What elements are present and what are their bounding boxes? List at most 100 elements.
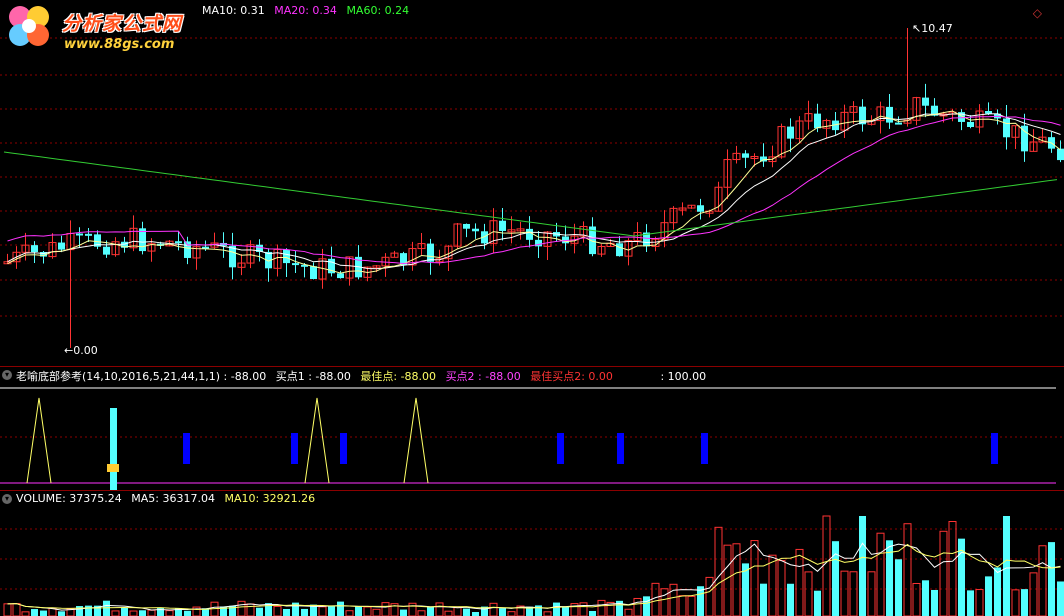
volume-bar-down — [355, 606, 362, 616]
signal-bar-blue — [291, 433, 298, 464]
volume-bar-up — [903, 523, 912, 616]
volume-bar-down — [895, 559, 902, 616]
volume-bar-up — [768, 554, 777, 616]
volume-bar-up — [705, 576, 714, 616]
volume-bar-up — [777, 560, 786, 616]
volume-bar-up — [597, 599, 606, 616]
volume-panel[interactable]: ▾ VOLUME: 37375.24 MA5: 36317.04 MA10: 3… — [0, 491, 1064, 616]
ma60-label: MA60: 0.24 — [346, 4, 410, 17]
candle-down — [85, 233, 92, 236]
volume-bar-up — [345, 610, 354, 616]
candle-down — [184, 241, 191, 258]
volume-bar-down — [472, 611, 479, 616]
volume-bar-up — [417, 610, 426, 616]
volume-label: VOLUME: 37375.24 — [16, 492, 122, 505]
volume-bar-down — [1048, 542, 1055, 616]
volume-bar-up — [444, 610, 453, 616]
buy-point-2: 买点2 : -88.00 — [445, 370, 521, 383]
candle-down — [103, 246, 110, 255]
volume-bar-down — [985, 576, 992, 616]
volume-bar-up — [651, 582, 660, 616]
volume-bar-up — [372, 608, 381, 616]
volume-bar-down — [922, 580, 929, 616]
signal-bar-blue — [340, 433, 347, 464]
collapse-icon[interactable]: ▾ — [2, 494, 12, 504]
collapse-icon[interactable]: ▾ — [2, 370, 12, 380]
volume-bar-down — [967, 590, 974, 616]
volume-bar-up — [318, 606, 327, 616]
volume-bar-down — [589, 610, 596, 616]
volume-bar-up — [273, 605, 282, 616]
volume-bar-down — [931, 589, 938, 616]
volume-bar-down — [400, 609, 407, 616]
indicator-max: : 100.00 — [660, 370, 707, 383]
volume-bar-up — [543, 611, 552, 616]
volume-bar-down — [814, 590, 821, 616]
volume-bar-up — [129, 610, 138, 616]
volume-bar-up — [633, 597, 642, 616]
candle-down — [814, 113, 821, 129]
ma20-line — [7, 115, 1061, 265]
signal-marker — [107, 464, 119, 472]
watermark-title: 分析家公式网 — [62, 13, 183, 35]
volume-bar-down — [256, 607, 263, 616]
signal-triangle — [26, 397, 52, 484]
volume-bar-down — [859, 516, 866, 616]
volume-bar-up — [507, 611, 516, 616]
candle-down — [292, 263, 299, 266]
volume-bar-down — [553, 602, 560, 616]
candle-down — [562, 236, 569, 244]
volume-bar-up — [408, 602, 417, 616]
volume-chart[interactable] — [0, 491, 1064, 616]
volume-bar-down — [139, 610, 146, 616]
volume-bar-down — [643, 596, 650, 616]
candle-down — [1003, 118, 1010, 138]
signal-triangle — [304, 397, 330, 484]
volume-bar-up — [804, 571, 813, 616]
vol-ma10-label: MA10: 32921.26 — [224, 492, 316, 505]
signal-bar-blue — [701, 433, 708, 464]
volume-bar-up — [660, 588, 669, 616]
watermark-url: www.88gs.com — [64, 37, 175, 52]
candle-down — [895, 122, 902, 125]
ma5-line — [7, 110, 1061, 274]
ma60-line — [3, 151, 1058, 237]
volume-bar-down — [832, 541, 839, 616]
candle-down — [499, 220, 506, 231]
volume-bar-down — [121, 607, 128, 616]
volume-bar-up — [822, 515, 831, 616]
volume-bar-down — [427, 606, 434, 616]
volume-bar-up — [192, 606, 201, 616]
diamond-icon[interactable]: ◇ — [1033, 6, 1042, 20]
ma20-label: MA20: 0.34 — [274, 4, 337, 17]
volume-bar-up — [750, 540, 759, 616]
indicator-chart[interactable] — [0, 367, 1064, 490]
volume-legend: VOLUME: 37375.24 MA5: 36317.04 MA10: 329… — [16, 491, 321, 507]
volume-bar-up — [165, 610, 174, 616]
candlestick-panel[interactable]: ↖10.47 ←0.00 分析家公式网 www.88gs.com MA10: 0.… — [0, 0, 1064, 367]
ma10-label: MA10: 0.31 — [202, 4, 265, 17]
indicator-value: : -88.00 — [223, 370, 267, 383]
candlestick-chart[interactable]: ↖10.47 ←0.00 — [0, 0, 1064, 366]
ma-legend: MA10: 0.31 MA20: 0.34 MA60: 0.24 — [202, 3, 415, 19]
candle-down — [310, 266, 317, 280]
candle-down — [283, 249, 290, 264]
indicator-legend: 老喻底部参考(14,10,2016,5,21,44,1,1) : -88.00 … — [16, 369, 712, 385]
volume-bar-up — [237, 600, 246, 616]
volume-bar-down — [184, 610, 191, 616]
candle-down — [76, 233, 83, 236]
volume-bar-up — [21, 611, 30, 616]
volume-bar-down — [463, 608, 470, 616]
candle-down — [742, 153, 749, 158]
candle-down — [697, 205, 704, 212]
volume-bar-up — [3, 603, 12, 616]
indicator-panel[interactable]: ▾ 老喻底部参考(14,10,2016,5,21,44,1,1) : -88.0… — [0, 367, 1064, 491]
volume-bar-down — [283, 608, 290, 616]
volume-bar-up — [975, 589, 984, 616]
volume-bar-up — [840, 570, 849, 616]
signal-bar-cyan — [110, 408, 117, 490]
volume-bar-up — [453, 606, 462, 616]
candle-down — [526, 228, 533, 240]
low-price-label: ←0.00 — [64, 344, 98, 357]
volume-bar-down — [85, 605, 92, 616]
